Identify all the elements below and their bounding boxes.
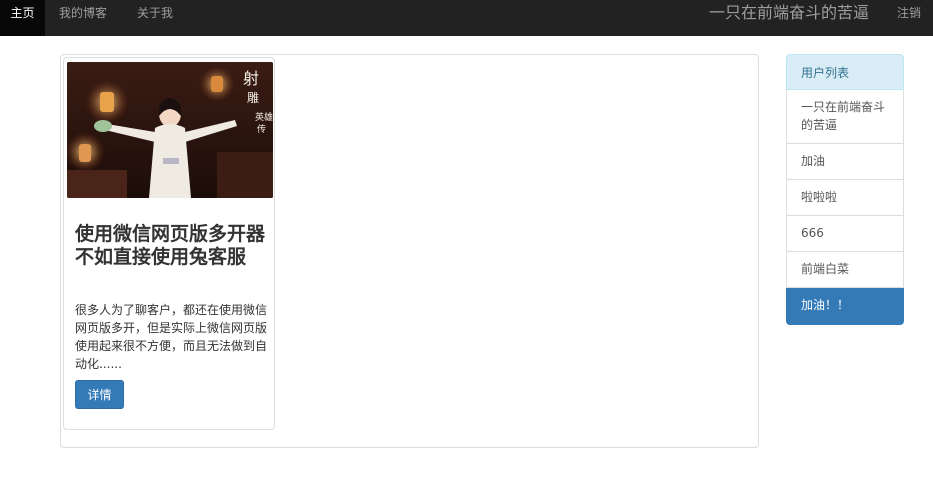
user-list-item[interactable]: 加油 bbox=[786, 144, 904, 180]
post-title: 使用微信网页版多开器 不如直接使用兔客服 bbox=[75, 223, 266, 268]
svg-text:传: 传 bbox=[257, 123, 266, 135]
user-list-heading: 用户列表 bbox=[786, 54, 904, 90]
thumbnail-calligraphy: 射 bbox=[243, 69, 259, 88]
nav-my-blog-link[interactable]: 我的博客 bbox=[59, 0, 107, 36]
post-thumbnail: 射 雕 英雄 传 bbox=[67, 62, 273, 198]
svg-text:英雄: 英雄 bbox=[255, 111, 273, 123]
logout-link[interactable]: 注销 bbox=[897, 0, 921, 26]
user-list-item[interactable]: 一只在前端奋斗的苦逼 bbox=[786, 90, 904, 144]
detail-button[interactable]: 详情 bbox=[75, 380, 124, 409]
site-brand: 一只在前端奋斗的苦逼 bbox=[708, 3, 869, 22]
post-excerpt: 很多人为了聊客户，都还在使用微信网页版多开，但是实际上微信网页版使用起来很不方便… bbox=[75, 303, 268, 371]
svg-text:雕: 雕 bbox=[247, 90, 259, 105]
post-card: 射 雕 英雄 传 使用微信网页版多开器 不如直接使用兔客服 很多人为了聊客户，都… bbox=[63, 57, 275, 430]
user-list-item-active[interactable]: 加油！！ bbox=[786, 288, 904, 325]
post-thumbnail-illustration: 射 雕 英雄 传 bbox=[67, 62, 273, 198]
main-panel: 射 雕 英雄 传 使用微信网页版多开器 不如直接使用兔客服 很多人为了聊客户，都… bbox=[60, 54, 759, 448]
top-navbar: 主页 我的博客 关于我 一只在前端奋斗的苦逼 注销 bbox=[0, 0, 933, 36]
user-list-item[interactable]: 666 bbox=[786, 216, 904, 252]
nav-about-link[interactable]: 关于我 bbox=[137, 0, 173, 36]
user-list-item[interactable]: 啦啦啦 bbox=[786, 180, 904, 216]
user-list-panel: 用户列表 一只在前端奋斗的苦逼 加油 啦啦啦 666 前端白菜 加油！！ bbox=[786, 54, 904, 325]
user-list-item[interactable]: 前端白菜 bbox=[786, 252, 904, 288]
nav-home-link[interactable]: 主页 bbox=[0, 0, 45, 36]
